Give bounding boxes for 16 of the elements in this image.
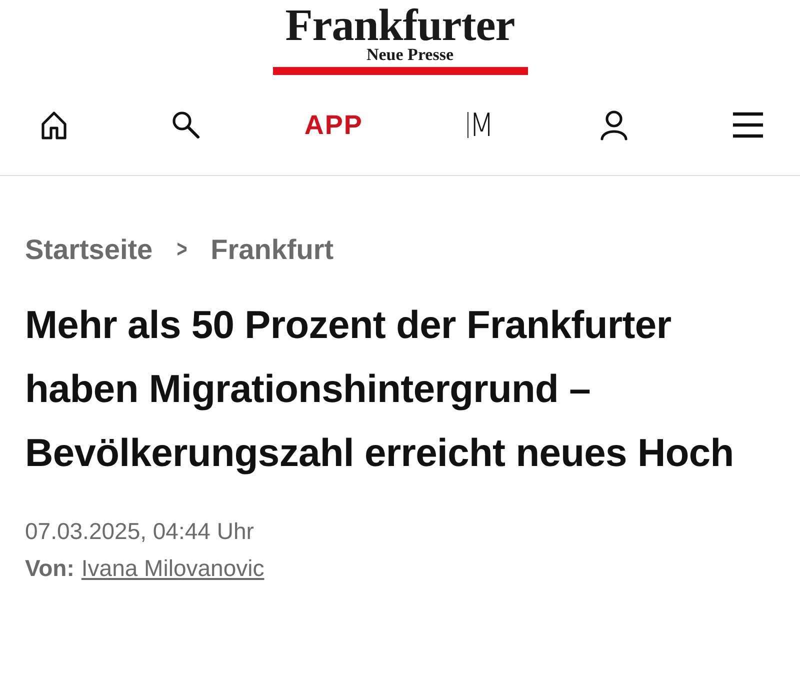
- breadcrumb-link[interactable]: Startseite: [25, 234, 153, 266]
- menu-icon[interactable]: [732, 111, 764, 139]
- app-link[interactable]: APP: [304, 110, 363, 140]
- breadcrumb-separator: >: [176, 236, 187, 264]
- byline-label: Von:: [25, 555, 74, 582]
- author-link[interactable]: Ivana Milovanovic: [81, 555, 264, 582]
- article-headline: Mehr als 50 Prozent der Frankfurter haben Migrationshintergrund – Bevölkerungszahl erreicht neues Hoch: [25, 303, 735, 477]
- m-link[interactable]: M: [468, 112, 494, 138]
- home-icon[interactable]: [40, 110, 68, 140]
- publish-date: 07.03.2025, 04:44 Uhr: [25, 518, 255, 545]
- breadcrumb-link[interactable]: Frankfurt: [210, 234, 334, 266]
- logo[interactable]: Frankfurter Neue Presse: [272, 4, 528, 75]
- search-icon[interactable]: [171, 110, 202, 140]
- logo-subtitle: Neue Presse: [366, 46, 454, 64]
- logo-title: Frankfurter: [285, 4, 515, 46]
- user-icon[interactable]: [598, 109, 629, 141]
